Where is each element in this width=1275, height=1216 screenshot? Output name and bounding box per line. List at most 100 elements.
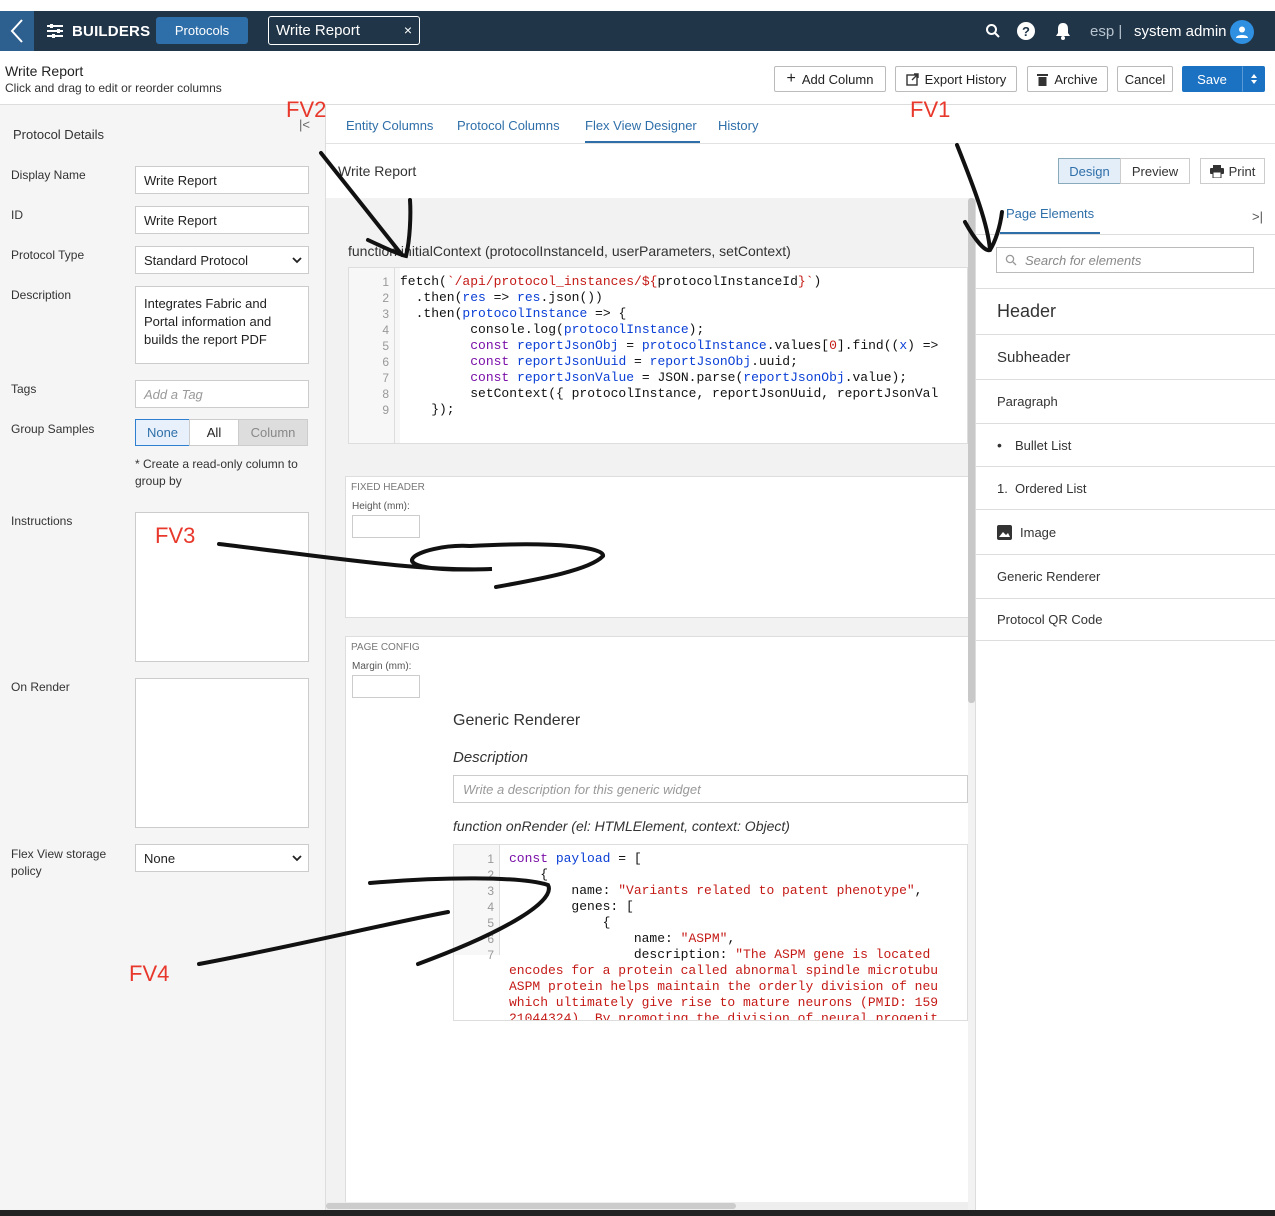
- tab-protocol-columns[interactable]: Protocol Columns: [457, 118, 560, 133]
- bell-icon[interactable]: [1055, 11, 1071, 51]
- line-number: 4: [487, 900, 494, 914]
- element-bullet-list[interactable]: • Bullet List: [976, 423, 1275, 466]
- user-name[interactable]: system admin: [1134, 11, 1227, 51]
- svg-text:?: ?: [1022, 24, 1030, 39]
- on-render-textarea[interactable]: [135, 678, 309, 828]
- help-icon[interactable]: ?: [1016, 11, 1036, 51]
- group-column-button[interactable]: Column: [238, 419, 308, 446]
- top-strip: [0, 0, 1275, 11]
- preview-toggle-button[interactable]: Preview: [1120, 158, 1190, 184]
- description-textarea[interactable]: Integrates Fabric and Portal information…: [135, 286, 309, 364]
- element-subheader[interactable]: Subheader: [976, 334, 1275, 379]
- close-icon[interactable]: ×: [404, 22, 412, 38]
- annotation-fv4: FV4: [129, 961, 170, 986]
- search-icon[interactable]: [985, 11, 1001, 51]
- fixed-header-height-label: Height (mm):: [352, 501, 410, 512]
- protocols-button[interactable]: Protocols: [156, 17, 248, 44]
- builders-menu[interactable]: BUILDERS: [46, 11, 150, 51]
- design-toggle-button[interactable]: Design: [1058, 158, 1121, 184]
- horizontal-scrollbar-thumb[interactable]: [326, 1203, 736, 1209]
- top-bar: BUILDERS Protocols Write Report × ? esp …: [0, 11, 1275, 51]
- add-column-button[interactable]: + Add Column: [774, 66, 886, 92]
- line-number: 3: [487, 884, 494, 898]
- group-none-button[interactable]: None: [135, 419, 190, 446]
- code-text: const payload = [ { name: "Variants rela…: [509, 851, 931, 962]
- fixed-header-title: FIXED HEADER: [351, 482, 425, 493]
- line-number: 2: [382, 291, 389, 305]
- image-icon: [997, 524, 1012, 540]
- element-header[interactable]: Header: [976, 288, 1275, 334]
- page-title: Write Report: [5, 63, 84, 79]
- designer-title: Write Report: [338, 163, 417, 179]
- line-number: 5: [382, 339, 389, 353]
- line-number: 6: [487, 932, 494, 946]
- print-label: Print: [1228, 163, 1256, 179]
- annotation-fv2: FV2: [286, 97, 327, 122]
- element-protocol-qr-code[interactable]: Protocol QR Code: [976, 598, 1275, 641]
- storage-policy-select[interactable]: None: [135, 844, 309, 872]
- element-image[interactable]: Image: [976, 509, 1275, 554]
- tags-input[interactable]: Add a Tag: [135, 380, 309, 408]
- group-all-button[interactable]: All: [189, 419, 239, 446]
- on-render-code-editor[interactable]: 1 2 3 4 5 6 7 const payload = [ { name: …: [453, 844, 968, 1021]
- protocol-details-title: Protocol Details: [13, 127, 105, 142]
- archive-button[interactable]: Archive: [1027, 66, 1108, 92]
- bottom-strip: [0, 1210, 1275, 1216]
- caret-up-down-icon: [1250, 74, 1257, 84]
- chevron-left-icon: [10, 19, 23, 43]
- group-note: * Create a read-only column to group by: [135, 457, 298, 488]
- collapse-right-icon[interactable]: >|: [1252, 209, 1263, 224]
- open-tab-write-report[interactable]: Write Report ×: [268, 16, 420, 45]
- on-render-signature: function onRender (el: HTMLElement, cont…: [453, 818, 790, 834]
- tab-flex-view-designer[interactable]: Flex View Designer: [585, 118, 697, 133]
- initial-context-code-editor[interactable]: 1 2 3 4 5 6 7 8 9 fetch(`/api/protocol_i…: [348, 267, 968, 444]
- element-search-placeholder: Search for elements: [1025, 252, 1142, 268]
- open-tab-label: Write Report: [276, 22, 360, 39]
- cancel-button[interactable]: Cancel: [1117, 66, 1173, 92]
- trash-icon: [1037, 73, 1049, 86]
- tab-entity-columns[interactable]: Entity Columns: [346, 118, 433, 133]
- tabs-divider: [326, 143, 1275, 144]
- line-number: 3: [382, 307, 389, 321]
- plus-icon: +: [786, 70, 796, 87]
- avatar[interactable]: [1230, 20, 1254, 44]
- element-label: Image: [1020, 524, 1057, 540]
- back-button[interactable]: [0, 11, 34, 51]
- save-button[interactable]: Save: [1182, 66, 1242, 92]
- margin-input[interactable]: [352, 675, 420, 698]
- generic-renderer-title: Generic Renderer: [453, 712, 581, 729]
- element-ordered-list[interactable]: 1. Ordered List: [976, 466, 1275, 509]
- line-number: 6: [382, 355, 389, 369]
- line-number: 2: [487, 868, 494, 882]
- fixed-header-height-input[interactable]: [352, 515, 420, 538]
- annotation-fv1: FV1: [910, 97, 951, 122]
- export-history-button[interactable]: Export History: [895, 66, 1017, 92]
- user-prefix: esp |: [1090, 22, 1123, 40]
- line-number: 1: [382, 275, 389, 289]
- tab-history[interactable]: History: [718, 118, 758, 133]
- generic-renderer-description-input[interactable]: Write a description for this generic wid…: [453, 775, 968, 803]
- bullet-icon: •: [997, 437, 1002, 453]
- protocol-details-panel: Protocol Details |< Display Name Write R…: [0, 105, 326, 1216]
- element-label: Paragraph: [997, 394, 1058, 409]
- element-label: Subheader: [997, 348, 1071, 366]
- page-elements-divider: [976, 234, 1275, 235]
- save-options-button[interactable]: [1242, 66, 1265, 92]
- id-input[interactable]: Write Report: [135, 206, 309, 234]
- initial-context-signature: function initialContext (protocolInstanc…: [348, 243, 791, 259]
- protocol-type-select[interactable]: Standard Protocol: [135, 246, 309, 274]
- element-paragraph[interactable]: Paragraph: [976, 379, 1275, 423]
- display-name-input[interactable]: Write Report: [135, 166, 309, 194]
- line-number: 7: [382, 371, 389, 385]
- element-label: Generic Renderer: [997, 569, 1101, 584]
- storage-policy-value: None: [144, 850, 176, 866]
- id-label: ID: [11, 208, 23, 222]
- vertical-scrollbar-thumb[interactable]: [968, 198, 975, 703]
- line-number: 7: [487, 948, 494, 962]
- tab-page-elements[interactable]: Page Elements: [1006, 206, 1094, 221]
- element-generic-renderer[interactable]: Generic Renderer: [976, 554, 1275, 598]
- element-search-input[interactable]: Search for elements: [996, 247, 1254, 273]
- print-button[interactable]: Print: [1200, 158, 1265, 184]
- fixed-header-card: FIXED HEADER Height (mm):: [345, 476, 969, 618]
- description-label: Description: [11, 288, 72, 302]
